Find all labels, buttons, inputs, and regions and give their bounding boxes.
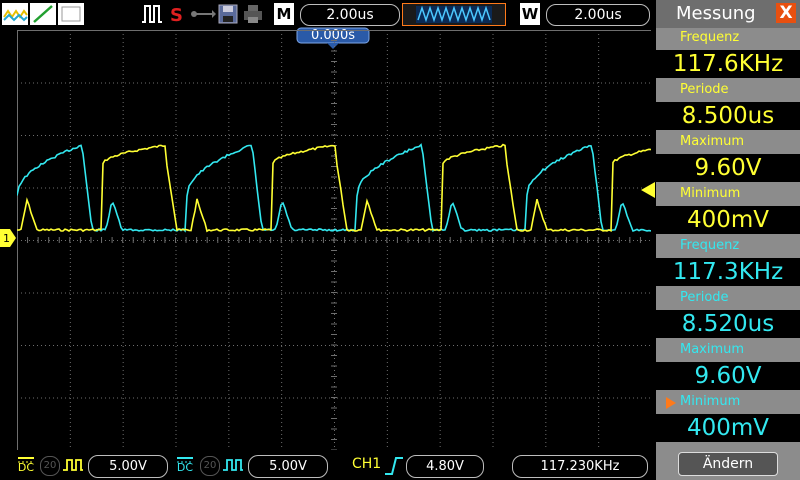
- window-mode-label: W: [520, 3, 540, 25]
- ch1-value-periode[interactable]: 8.500us: [656, 102, 800, 130]
- ch2-label-frequenz: Frequenz: [680, 238, 740, 253]
- trigger-level[interactable]: 4.80V: [406, 455, 484, 478]
- ch1-value-frequenz[interactable]: 117.6KHz: [656, 50, 800, 78]
- trigger-level-marker[interactable]: [641, 182, 657, 198]
- ch1-label-frequenz: Frequenz: [680, 30, 740, 45]
- ch1-label-periode: Periode: [680, 82, 729, 97]
- waveform-window-indicator[interactable]: [402, 3, 506, 26]
- ch2-label-maximum: Maximum: [680, 342, 745, 357]
- ch1-value-minimum[interactable]: 400mV: [656, 206, 800, 234]
- save-icon[interactable]: [218, 3, 238, 25]
- ch2-value-frequenz[interactable]: 117.3KHz: [656, 258, 800, 286]
- panel-header: Messung X: [656, 0, 800, 28]
- s-icon[interactable]: S: [168, 3, 186, 25]
- frequency-counter: 117.230KHz: [512, 455, 648, 478]
- ch1-value-maximum[interactable]: 9.60V: [656, 154, 800, 182]
- measurement-panel: Messung X Frequenz 117.6KHz Periode 8.50…: [656, 0, 800, 480]
- window-value[interactable]: 2.00us: [546, 4, 650, 26]
- selection-arrow-icon: [666, 397, 676, 409]
- ch2-value-periode[interactable]: 8.520us: [656, 310, 800, 338]
- ch1-square-icon[interactable]: [62, 456, 84, 474]
- usb-icon[interactable]: [190, 3, 216, 25]
- ch2-coupling: DC: [176, 461, 194, 474]
- svg-text:S: S: [170, 5, 183, 25]
- ch1-label-maximum: Maximum: [680, 134, 745, 149]
- ch2-line-icon[interactable]: [30, 3, 56, 25]
- scope-display: [17, 30, 651, 450]
- ch2-square-icon[interactable]: [222, 456, 244, 474]
- ch1-coupling: DC: [17, 461, 35, 474]
- ch2-bw-limit[interactable]: 20: [200, 456, 220, 476]
- top-toolbar: S M 2.00us W 2.00us: [0, 0, 656, 28]
- ch2-value-maximum[interactable]: 9.60V: [656, 362, 800, 390]
- ch1-volts-div[interactable]: 5.00V: [88, 455, 168, 478]
- ch2-label-periode: Periode: [680, 290, 729, 305]
- print-icon[interactable]: [242, 3, 264, 25]
- ch-empty-icon[interactable]: [58, 3, 84, 25]
- pulse-icon[interactable]: [140, 3, 164, 25]
- aendern-button[interactable]: Ändern: [678, 452, 778, 476]
- trigger-rising-edge-icon[interactable]: [384, 455, 404, 477]
- ch1-label-minimum: Minimum: [680, 186, 741, 201]
- ch2-value-minimum[interactable]: 400mV: [656, 414, 800, 442]
- close-icon[interactable]: X: [776, 3, 796, 23]
- ch1-bw-limit[interactable]: 20: [40, 456, 60, 476]
- ch2-label-minimum: Minimum: [680, 394, 741, 409]
- ch1-ground-marker[interactable]: 1: [0, 229, 16, 247]
- graticule: [17, 30, 651, 450]
- timebase-value[interactable]: 2.00us: [300, 4, 400, 26]
- timebase-mode-label: M: [274, 3, 294, 25]
- svg-text:1: 1: [3, 232, 10, 245]
- ch2-volts-div[interactable]: 5.00V: [248, 455, 328, 478]
- panel-title: Messung: [676, 3, 756, 24]
- trigger-source[interactable]: CH1: [352, 456, 381, 472]
- ch1-wave-icon[interactable]: [2, 3, 28, 25]
